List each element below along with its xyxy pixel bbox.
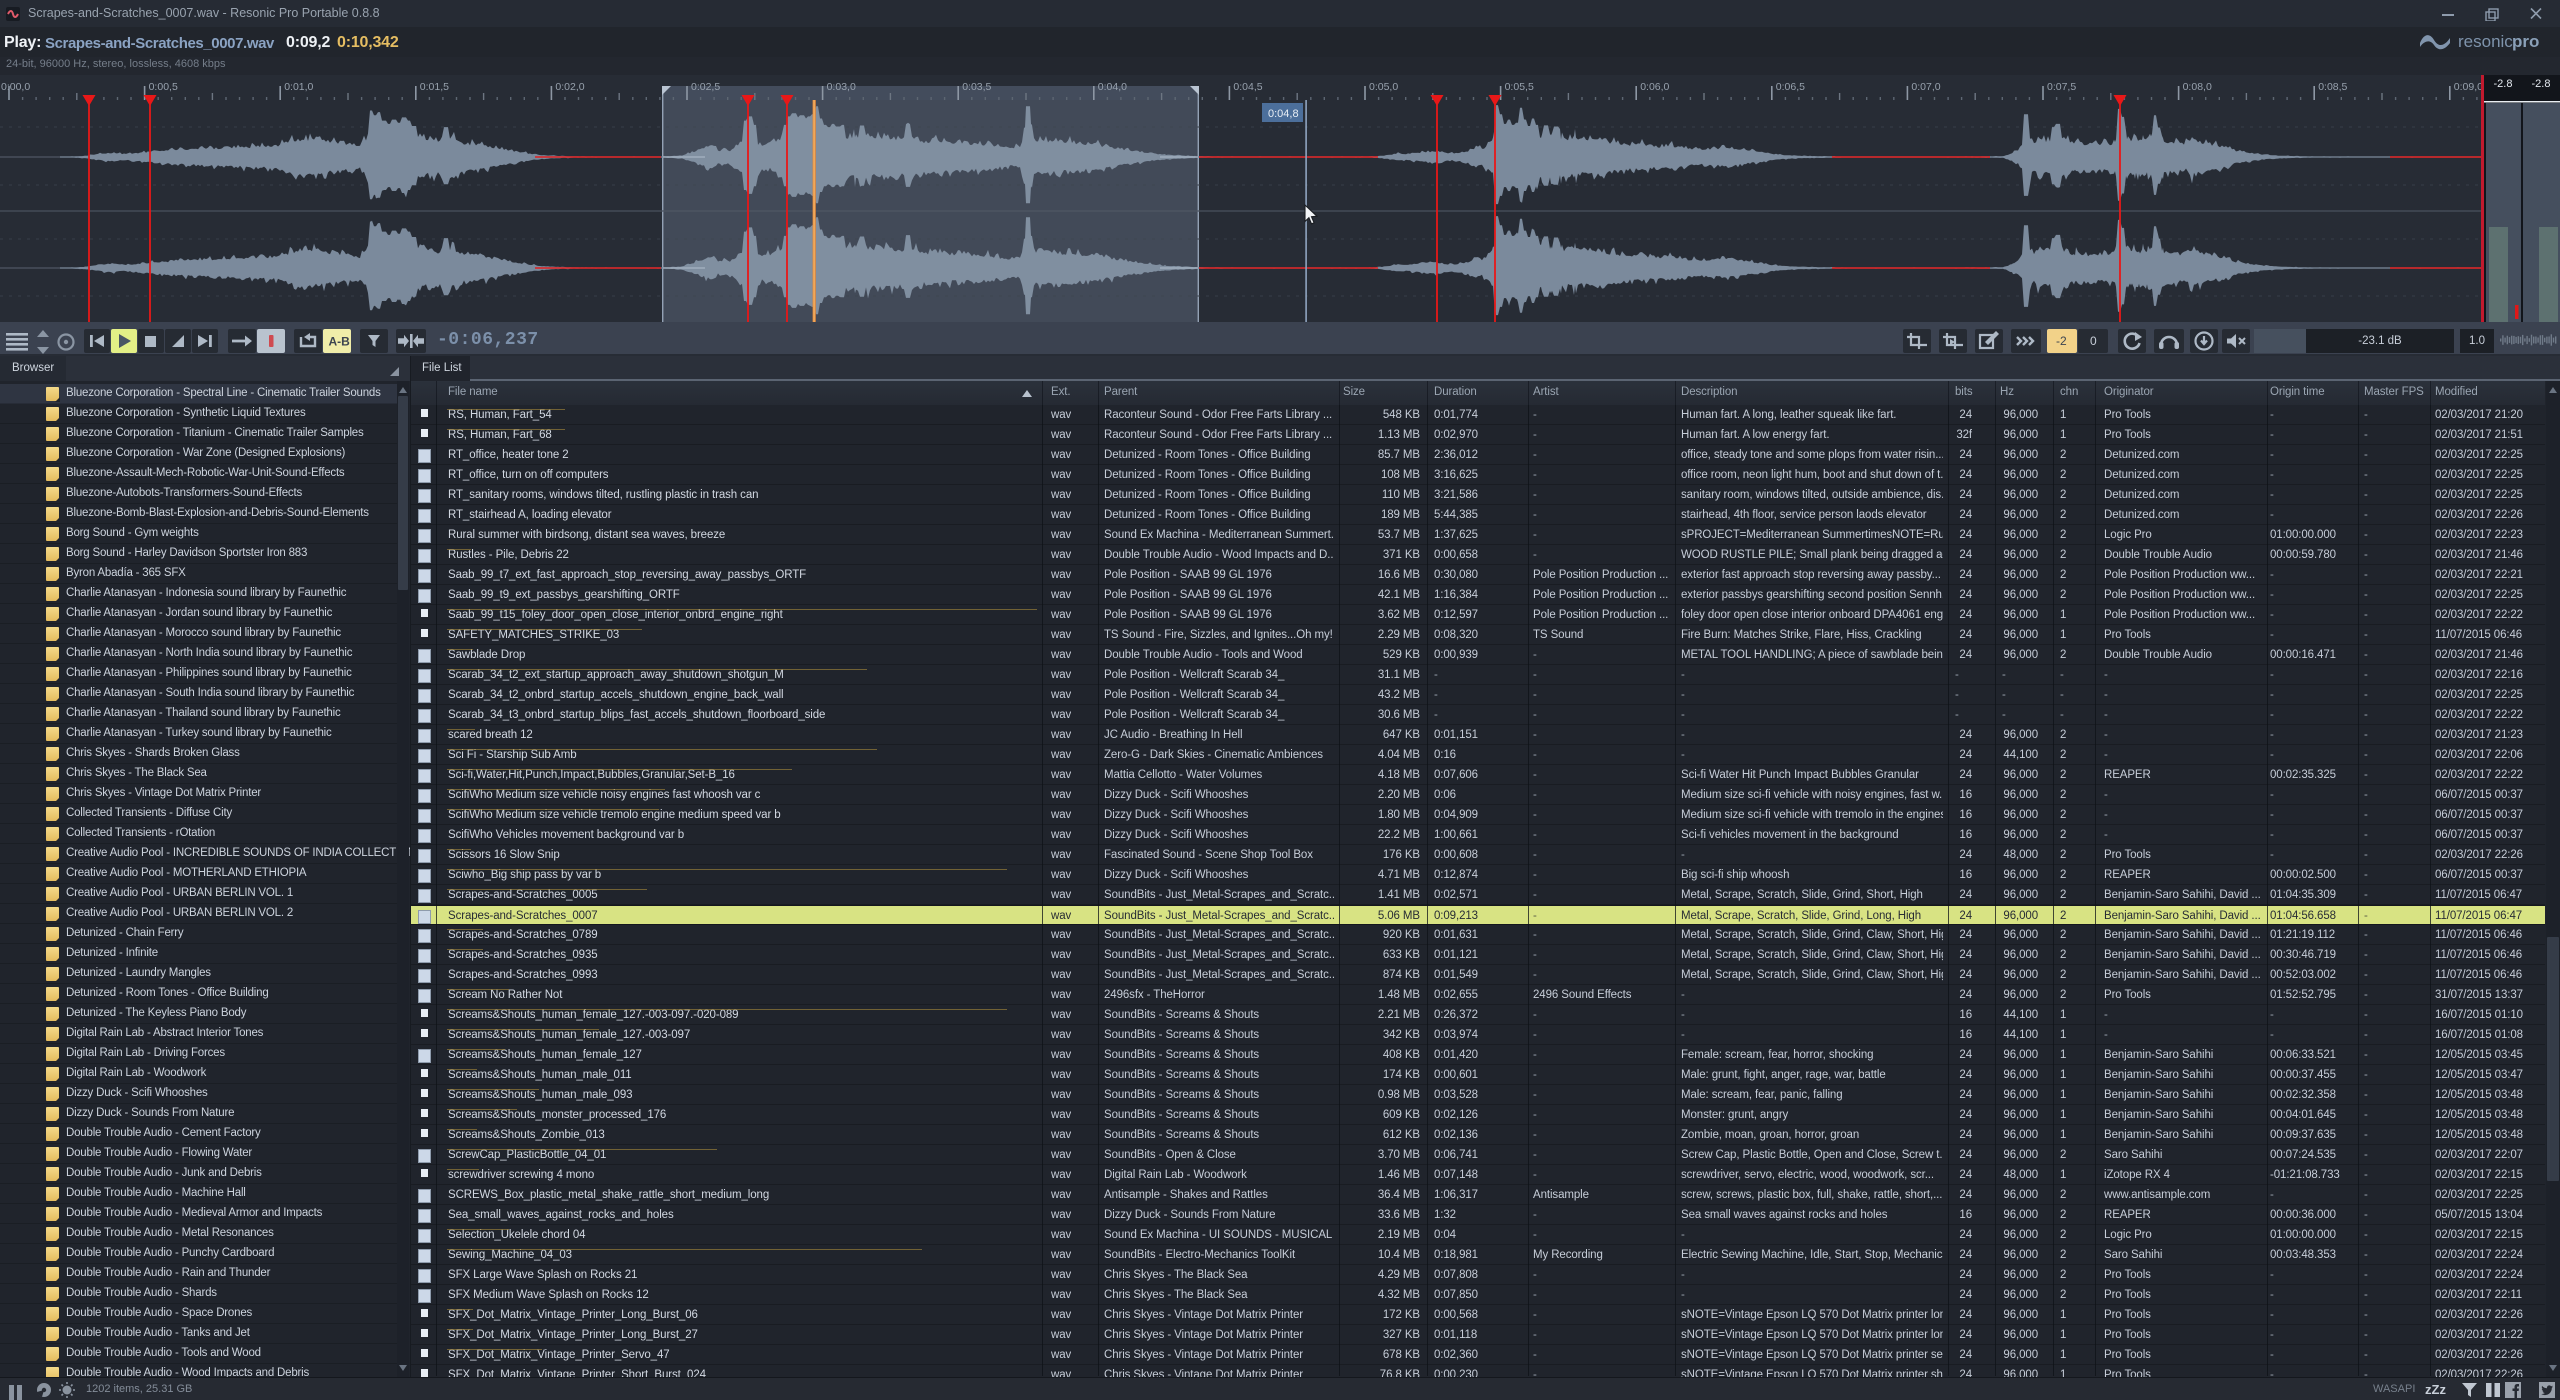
svg-text:0:08,0: 0:08,0 <box>2183 81 2212 93</box>
svg-text:0:08,5: 0:08,5 <box>2318 81 2347 93</box>
svg-text:0:06,0: 0:06,0 <box>1640 81 1669 93</box>
svg-text:0:00,5: 0:00,5 <box>149 81 178 93</box>
svg-text:0: 0 <box>2090 334 2097 348</box>
svg-text:-2.8: -2.8 <box>2494 78 2513 90</box>
svg-text:resonic: resonic <box>2458 32 2513 51</box>
svg-text:0:02,0: 0:02,0 <box>555 81 584 93</box>
svg-text:0:03,0: 0:03,0 <box>827 81 856 93</box>
svg-text:A-B: A-B <box>329 335 351 349</box>
svg-text:0:07,0: 0:07,0 <box>1911 81 1940 93</box>
svg-text:0:07,5: 0:07,5 <box>2047 81 2076 93</box>
svg-text:0:04,0: 0:04,0 <box>1098 81 1127 93</box>
svg-text:-2.8: -2.8 <box>2532 78 2551 90</box>
svg-text:0:02,5: 0:02,5 <box>691 81 720 93</box>
svg-text:0:06,5: 0:06,5 <box>1776 81 1805 93</box>
svg-text:0:05,5: 0:05,5 <box>1505 81 1534 93</box>
svg-text:0:04,5: 0:04,5 <box>1233 81 1262 93</box>
svg-text:0:01,5: 0:01,5 <box>420 81 449 93</box>
svg-text:0:00,0: 0:00,0 <box>1 81 30 93</box>
svg-text:0:09,0: 0:09,0 <box>2454 81 2483 93</box>
svg-text:-2: -2 <box>2056 334 2067 348</box>
svg-text:pro: pro <box>2512 32 2539 51</box>
svg-text:0:05,0: 0:05,0 <box>1369 81 1398 93</box>
svg-text:0:01,0: 0:01,0 <box>284 81 313 93</box>
svg-text:0:03,5: 0:03,5 <box>962 81 991 93</box>
svg-text:0:04,8: 0:04,8 <box>1268 108 1299 120</box>
